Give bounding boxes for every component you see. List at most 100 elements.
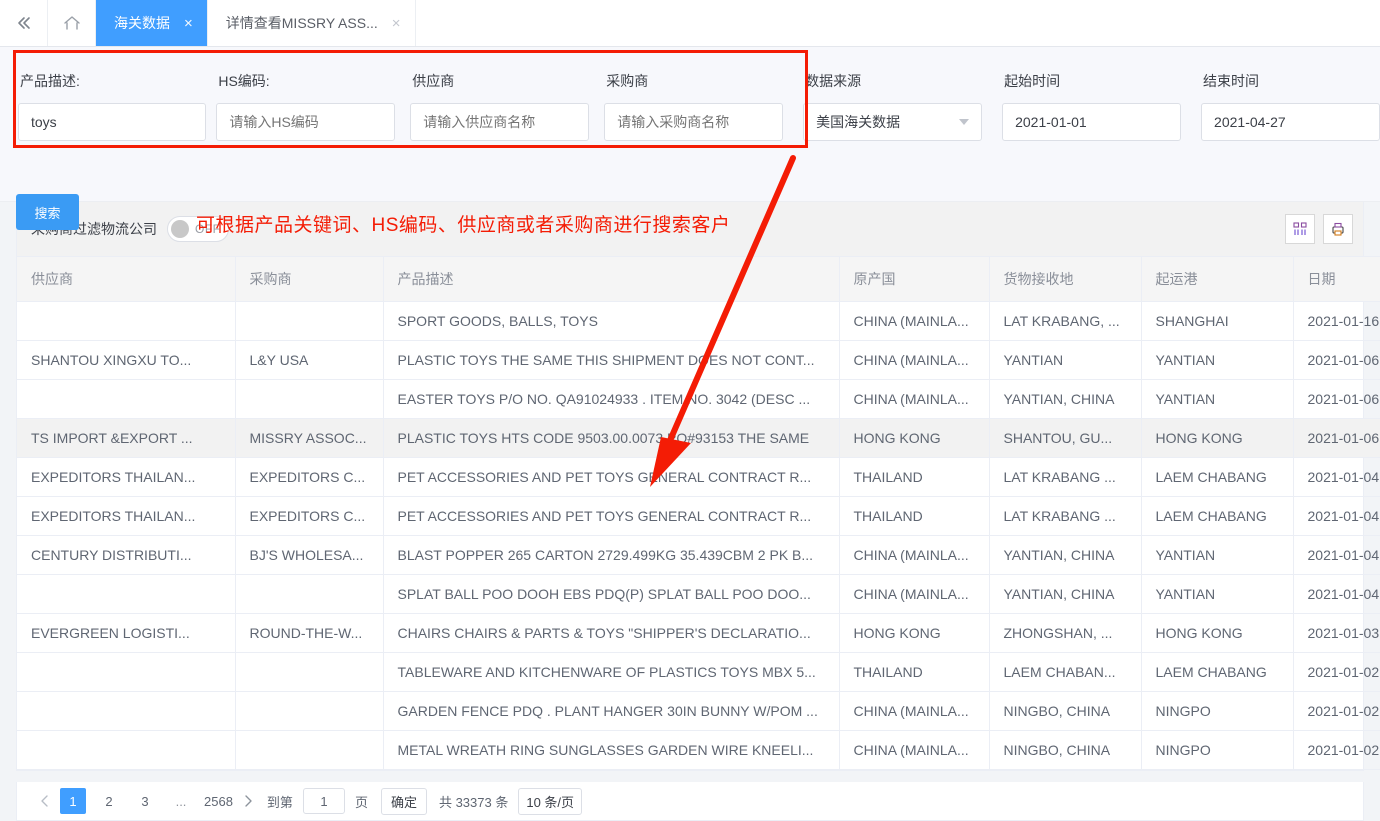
page-size-select[interactable]: 10 条/页 (518, 787, 583, 815)
table-row[interactable]: TABLEWARE AND KITCHENWARE OF PLASTICS TO… (17, 652, 1380, 692)
results-card: 采购商过滤物流公司 OFF 供应商 采购商 产品描述 原产国 货物接收地 起运港… (16, 202, 1380, 771)
cell-buyer[interactable]: ROUND-THE-W... (235, 613, 384, 653)
col-header-buyer[interactable]: 采购商 (235, 256, 384, 302)
supplier-input[interactable] (410, 103, 590, 141)
prev-page-button[interactable] (33, 788, 55, 814)
field-label: 产品描述: (20, 73, 80, 89)
product-description-input[interactable] (18, 103, 207, 141)
column-settings-button[interactable] (1285, 214, 1315, 244)
cell-receipt: YANTIAN, CHINA (989, 535, 1142, 575)
cell-product[interactable]: PLASTIC TOYS THE SAME THIS SHIPMENT DOES… (383, 340, 840, 380)
page-number-1[interactable]: 1 (60, 788, 86, 814)
cell-date: 2021-01-04 (1293, 496, 1380, 536)
home-button[interactable] (48, 0, 96, 46)
next-page-button[interactable] (238, 788, 260, 814)
table-row[interactable]: SPLAT BALL POO DOOH EBS PDQ(P) SPLAT BAL… (17, 574, 1380, 614)
tab-customs-data[interactable]: 海关数据 × (96, 0, 208, 46)
cell-origin: CHINA (MAINLA... (839, 730, 990, 770)
start-date-input[interactable] (1002, 103, 1182, 141)
cell-supplier[interactable]: EXPEDITORS THAILAN... (17, 496, 236, 536)
close-icon[interactable]: × (392, 16, 401, 31)
tab-bar: 海关数据 × 详情查看MISSRY ASS... × (0, 0, 1380, 47)
cell-product[interactable]: PET ACCESSORIES AND PET TOYS GENERAL CON… (383, 496, 840, 536)
pagination-bar: 123... 2568 到第 页 确定 共 33373 条 10 条/页 (16, 782, 1364, 821)
col-header-origin[interactable]: 原产国 (839, 256, 990, 302)
cell-supplier (17, 301, 236, 341)
table-row[interactable]: METAL WREATH RING SUNGLASSES GARDEN WIRE… (17, 730, 1380, 770)
confirm-page-button[interactable]: 确定 (380, 787, 427, 815)
cell-date: 2021-01-02 (1293, 691, 1380, 731)
end-date-input[interactable] (1201, 103, 1380, 141)
table-row[interactable]: SHANTOU XINGXU TO... L&Y USA PLASTIC TOYS … (17, 340, 1380, 380)
chevron-left-icon (40, 795, 48, 807)
table-body: SPORT GOODS, BALLS, TOYS CHINA (MAINLA...… (17, 301, 1380, 770)
cell-product[interactable]: EASTER TOYS P/O NO. QA91024933 . ITEM NO… (383, 379, 840, 419)
cell-receipt: YANTIAN, CHINA (989, 379, 1142, 419)
col-header-supplier[interactable]: 供应商 (17, 256, 236, 302)
data-source-select[interactable]: 美国海关数据 (803, 103, 983, 141)
goto-page-input[interactable] (302, 788, 345, 814)
cell-buyer[interactable]: L&Y USA (235, 340, 384, 380)
cell-product[interactable]: PET ACCESSORIES AND PET TOYS GENERAL CON… (383, 457, 840, 497)
table-row[interactable]: EVERGREEN LOGISTI... ROUND-THE-W... CHAIRS… (17, 613, 1380, 653)
annotation-text: 可根据产品关键词、HS编码、供应商或者采购商进行搜索客户 (196, 215, 731, 236)
table-row[interactable]: EXPEDITORS THAILAN... EXPEDITORS C... PET … (17, 496, 1380, 536)
export-button[interactable] (1323, 214, 1353, 244)
cell-buyer[interactable]: EXPEDITORS C... (235, 457, 384, 497)
table-row[interactable]: EXPEDITORS THAILAN... EXPEDITORS C... PET … (17, 457, 1380, 497)
col-header-port[interactable]: 起运港 (1141, 256, 1294, 302)
cell-buyer[interactable]: MISSRY ASSOC... (235, 418, 384, 458)
close-icon[interactable]: × (184, 16, 193, 31)
cell-product[interactable]: GARDEN FENCE PDQ . PLANT HANGER 30IN BUN… (383, 691, 840, 731)
cell-product[interactable]: BLAST POPPER 265 CARTON 2729.499KG 35.43… (383, 535, 840, 575)
export-printer-icon (1332, 222, 1344, 236)
col-header-date[interactable]: 日期 (1293, 256, 1380, 302)
field-label: 结束时间 (1203, 73, 1260, 89)
cell-supplier[interactable]: EVERGREEN LOGISTI... (17, 613, 236, 653)
field-buyer: 采购商 (604, 47, 784, 141)
page-number-2[interactable]: 2 (96, 788, 122, 814)
cell-supplier[interactable]: EXPEDITORS THAILAN... (17, 457, 236, 497)
cell-origin: HONG KONG (839, 613, 990, 653)
cell-port: HONG KONG (1141, 418, 1294, 458)
cell-product[interactable]: METAL WREATH RING SUNGLASSES GARDEN WIRE… (383, 730, 840, 770)
table-row[interactable]: TS IMPORT &EXPORT ... MISSRY ASSOC... PLAS… (17, 418, 1380, 458)
cell-buyer (235, 691, 384, 731)
page-number-3[interactable]: 3 (132, 788, 158, 814)
cell-product[interactable]: SPORT GOODS, BALLS, TOYS (383, 301, 840, 341)
table-row[interactable]: GARDEN FENCE PDQ . PLANT HANGER 30IN BUN… (17, 691, 1380, 731)
home-icon (63, 16, 80, 30)
collapse-sidebar-button[interactable] (0, 0, 48, 46)
cell-receipt: YANTIAN, CHINA (989, 574, 1142, 614)
cell-buyer[interactable]: EXPEDITORS C... (235, 496, 384, 536)
hs-code-input[interactable] (216, 103, 396, 141)
cell-supplier[interactable]: TS IMPORT &EXPORT ... (17, 418, 236, 458)
cell-receipt: LAT KRABANG ... (989, 496, 1142, 536)
cell-buyer[interactable]: BJ'S WHOLESA... (235, 535, 384, 575)
table-row[interactable]: CENTURY DISTRIBUTI... BJ'S WHOLESA... BLAS… (17, 535, 1380, 575)
table-row[interactable]: SPORT GOODS, BALLS, TOYS CHINA (MAINLA...… (17, 301, 1380, 341)
table-row[interactable]: EASTER TOYS P/O NO. QA91024933 . ITEM NO… (17, 379, 1380, 419)
cell-product[interactable]: TABLEWARE AND KITCHENWARE OF PLASTICS TO… (383, 652, 840, 692)
goto-prefix-label: 到第 (266, 794, 293, 810)
tab-detail-view[interactable]: 详情查看MISSRY ASS... × (208, 0, 416, 46)
search-button[interactable]: 搜索 (16, 194, 79, 230)
cell-receipt: YANTIAN (989, 340, 1142, 380)
cell-product[interactable]: SPLAT BALL POO DOOH EBS PDQ(P) SPLAT BAL… (383, 574, 840, 614)
cell-port: NINGPO (1141, 730, 1294, 770)
cell-port: NINGPO (1141, 691, 1294, 731)
buyer-input[interactable] (604, 103, 784, 141)
cell-supplier (17, 574, 236, 614)
cell-supplier[interactable]: SHANTOU XINGXU TO... (17, 340, 236, 380)
cell-origin: CHINA (MAINLA... (839, 535, 990, 575)
data-source-value: 美国海关数据 (816, 114, 901, 130)
col-header-receipt[interactable]: 货物接收地 (989, 256, 1142, 302)
field-label: 供应商 (412, 73, 455, 89)
cell-supplier[interactable]: CENTURY DISTRIBUTI... (17, 535, 236, 575)
page-number-2568[interactable]: 2568 (204, 788, 233, 814)
cell-product[interactable]: CHAIRS CHAIRS & PARTS & TOYS "SHIPPER'S … (383, 613, 840, 653)
cell-receipt: NINGBO, CHINA (989, 691, 1142, 731)
cell-product[interactable]: PLASTIC TOYS HTS CODE 9503.00.0073 PO#93… (383, 418, 840, 458)
col-header-product[interactable]: 产品描述 (383, 256, 840, 302)
cell-receipt: LAT KRABANG, ... (989, 301, 1142, 341)
